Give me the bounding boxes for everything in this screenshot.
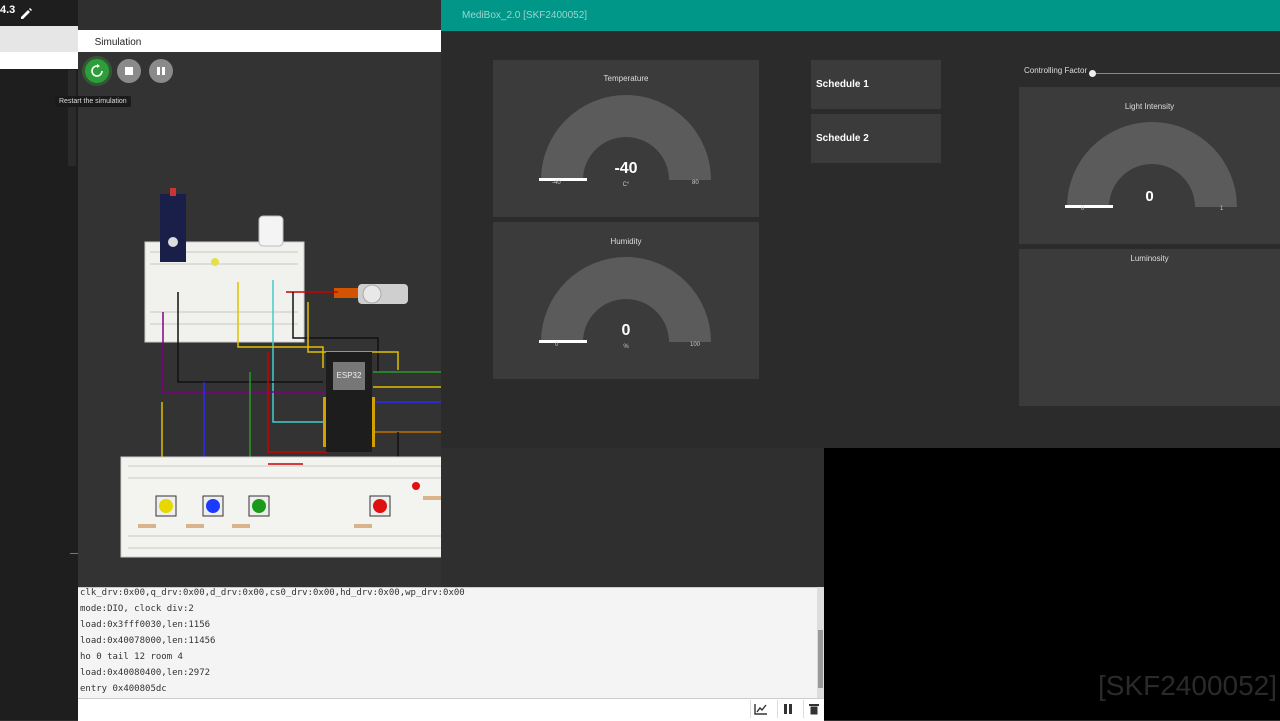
humidity-max: 100 bbox=[690, 342, 701, 348]
restart-button[interactable] bbox=[85, 59, 109, 83]
humidity-min: 0 bbox=[555, 342, 559, 348]
controlling-factor-row: Controlling Factor bbox=[1019, 60, 1280, 82]
circuit-diagram[interactable]: ESP32 bbox=[78, 52, 598, 587]
version-label: 4.3 bbox=[0, 4, 16, 16]
temperature-max: 80 bbox=[692, 180, 699, 186]
left-panel bbox=[0, 0, 78, 720]
tab-simulation[interactable]: Simulation bbox=[82, 32, 154, 52]
console-line: ho 0 tail 12 room 4 bbox=[80, 652, 183, 662]
dht22-sensor bbox=[258, 215, 284, 247]
red-led bbox=[412, 482, 420, 490]
plotter-button[interactable] bbox=[750, 700, 771, 718]
ldr-module bbox=[160, 194, 186, 262]
serial-monitor[interactable]: clk_drv:0x00,q_drv:0x00,d_drv:0x00,cs0_d… bbox=[78, 587, 824, 699]
temperature-gauge-card: Temperature -40 C° -40 80 bbox=[493, 60, 759, 217]
pause-icon bbox=[157, 67, 165, 75]
temperature-value: -40 bbox=[614, 160, 638, 177]
luminosity-title: Luminosity bbox=[1130, 254, 1169, 263]
blue-pushbutton bbox=[206, 499, 220, 513]
console-line: clk_drv:0x00,q_drv:0x00,d_drv:0x00,cs0_d… bbox=[80, 588, 465, 598]
svg-text:ESP32: ESP32 bbox=[337, 371, 362, 380]
watermark: [SKF2400052] bbox=[1098, 670, 1278, 701]
temperature-unit: C° bbox=[622, 182, 630, 188]
yellow-pushbutton bbox=[159, 499, 173, 513]
pause-console-button[interactable] bbox=[777, 700, 798, 718]
controlling-factor-label: Controlling Factor bbox=[1024, 66, 1088, 75]
schedule-2-button[interactable]: Schedule 2 bbox=[811, 114, 941, 163]
pause-icon bbox=[784, 704, 792, 714]
controlling-factor-slider-thumb[interactable] bbox=[1089, 70, 1096, 77]
pause-button[interactable] bbox=[149, 59, 173, 83]
pencil-icon[interactable] bbox=[19, 7, 33, 21]
light-intensity-value: 0 bbox=[1145, 188, 1154, 205]
green-pushbutton bbox=[252, 499, 266, 513]
clear-console-button[interactable] bbox=[803, 700, 824, 718]
divider bbox=[70, 553, 78, 554]
luminosity-chart-card: Luminosity bbox=[1019, 249, 1280, 406]
controlling-factor-track[interactable] bbox=[1092, 73, 1280, 74]
simulation-canvas[interactable]: ESP32 bbox=[78, 52, 598, 587]
restart-tooltip: Restart the simulation bbox=[55, 96, 131, 107]
light-intensity-min: 0 bbox=[1081, 206, 1085, 212]
stop-icon bbox=[125, 67, 133, 75]
yellow-led bbox=[211, 258, 219, 266]
editor-strip bbox=[0, 52, 78, 69]
console-line: mode:DIO, clock div:2 bbox=[80, 604, 194, 614]
humidity-value: 0 bbox=[621, 322, 631, 339]
red-pushbutton bbox=[373, 499, 387, 513]
console-scroll-thumb[interactable] bbox=[818, 630, 823, 688]
editor-tab-bar bbox=[0, 26, 78, 52]
console-line: load:0x3fff0030,len:1156 bbox=[80, 620, 211, 630]
console-line: load:0x40078000,len:11456 bbox=[80, 636, 216, 646]
schedule-1-label: Schedule 1 bbox=[816, 79, 869, 90]
temperature-title: Temperature bbox=[603, 74, 649, 83]
serial-input-bar[interactable] bbox=[78, 698, 824, 721]
humidity-gauge-card: Humidity 0 % 0 100 bbox=[493, 222, 759, 379]
editor-scrollbar[interactable] bbox=[68, 70, 76, 166]
light-intensity-title: Light Intensity bbox=[1124, 102, 1175, 111]
trash-icon bbox=[809, 704, 819, 715]
chart-icon bbox=[754, 704, 767, 715]
humidity-title: Humidity bbox=[610, 237, 642, 246]
humidity-unit: % bbox=[623, 344, 629, 350]
light-intensity-gauge-card: Light Intensity 0 0 1 bbox=[1019, 87, 1280, 244]
dashboard-title: MediBox_2.0 [SKF2400052] bbox=[462, 10, 588, 21]
schedule-1-button[interactable]: Schedule 1 bbox=[811, 60, 941, 109]
console-line: entry 0x400805dc bbox=[80, 684, 167, 694]
restart-icon bbox=[91, 64, 103, 77]
stop-button[interactable] bbox=[117, 59, 141, 83]
console-line: load:0x40080400,len:2972 bbox=[80, 668, 211, 678]
schedule-2-label: Schedule 2 bbox=[816, 133, 869, 144]
light-intensity-max: 1 bbox=[1220, 206, 1224, 212]
temperature-min: -40 bbox=[552, 180, 561, 186]
